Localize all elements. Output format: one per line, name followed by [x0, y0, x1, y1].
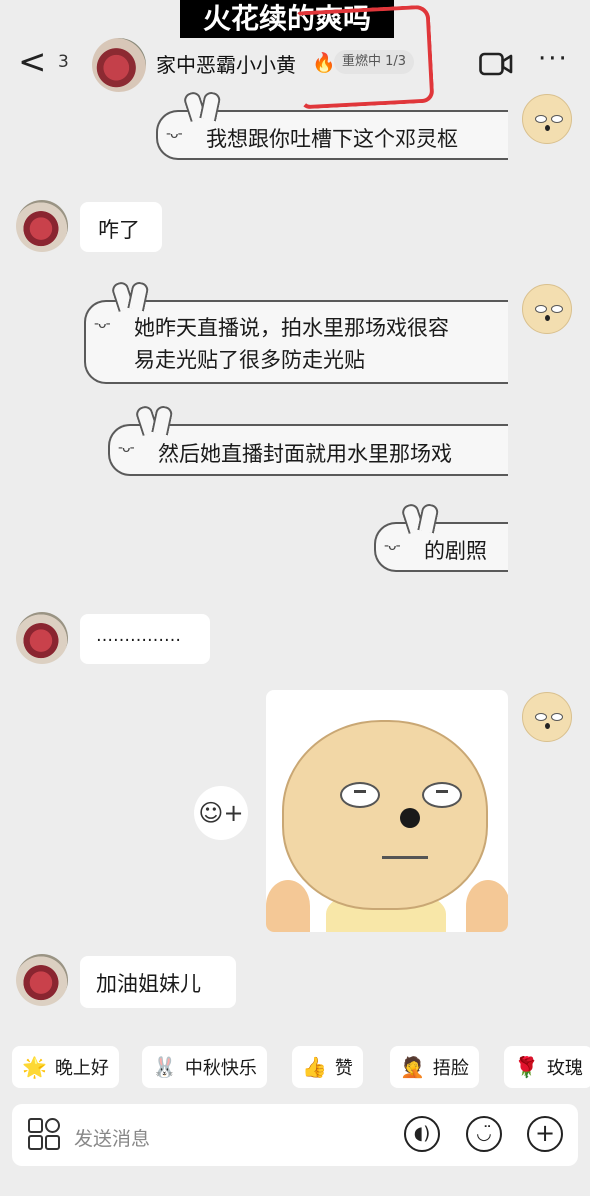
message-text: 的剧照	[424, 539, 487, 563]
streak-badge[interactable]: 重燃中 1/3	[334, 50, 415, 74]
more-menu-button[interactable]: ···	[538, 46, 569, 72]
my-avatar[interactable]	[522, 94, 572, 144]
contact-name[interactable]: 家中恶霸小小黄	[156, 49, 296, 78]
star-face-icon: 🌟	[22, 1055, 47, 1079]
message-text-line2: 易走光贴了很多防走光贴	[134, 348, 365, 372]
message-text: 咋了	[98, 218, 140, 242]
video-call-icon[interactable]	[479, 52, 513, 76]
contact-avatar[interactable]	[92, 38, 146, 92]
message-bubble-me[interactable]: -ᴗ- 然后她直播封面就用水里那场戏	[108, 424, 508, 476]
back-button[interactable]: <	[18, 44, 48, 80]
unread-count: 3	[58, 52, 69, 72]
message-bubble-other[interactable]: ……………	[80, 614, 210, 664]
message-bubble-me[interactable]: -ᴗ- 我想跟你吐槽下这个邓灵枢	[156, 110, 508, 160]
contact-avatar-small[interactable]	[16, 954, 68, 1006]
apps-grid-icon[interactable]	[28, 1118, 60, 1150]
my-avatar[interactable]	[522, 284, 572, 334]
message-bubble-other[interactable]: 咋了	[80, 202, 162, 252]
message-text: 我想跟你吐槽下这个邓灵枢	[206, 127, 458, 151]
message-input[interactable]: 发送消息	[74, 1124, 150, 1151]
facepalm-icon: 🤦	[400, 1055, 425, 1079]
quick-reply-chip[interactable]: 🤦 捂脸	[390, 1046, 479, 1088]
quick-reply-chip[interactable]: 🌹 玫瑰	[504, 1046, 590, 1088]
quick-reply-chip[interactable]: 👍 赞	[292, 1046, 363, 1088]
quick-reply-chip[interactable]: 🌟 晚上好	[12, 1046, 119, 1088]
bubble-face-icon: -ᴗ-	[94, 316, 111, 332]
message-text: ……………	[96, 626, 181, 646]
bubble-face-icon: -ᴗ-	[384, 538, 401, 554]
message-text: 加油姐妹儿	[96, 972, 201, 996]
contact-avatar-small[interactable]	[16, 200, 68, 252]
fire-icon: 🔥	[312, 52, 336, 74]
voice-message-icon[interactable]: ◖)	[404, 1116, 440, 1152]
sticker-image[interactable]	[266, 690, 508, 932]
bubble-face-icon: -ᴗ-	[118, 440, 135, 456]
contact-avatar-small[interactable]	[16, 612, 68, 664]
message-bubble-me[interactable]: -ᴗ- 她昨天直播说，拍水里那场戏很容 易走光贴了很多防走光贴	[84, 300, 508, 384]
message-text-line1: 她昨天直播说，拍水里那场戏很容	[134, 316, 449, 340]
add-sticker-icon[interactable]: ☺+	[194, 786, 248, 840]
rabbit-icon: 🐰	[152, 1055, 177, 1079]
thumbs-up-icon: 👍	[302, 1055, 327, 1079]
message-bubble-other[interactable]: 加油姐妹儿	[80, 956, 236, 1008]
add-more-icon[interactable]: +	[527, 1116, 563, 1152]
rose-icon: 🌹	[514, 1055, 539, 1079]
message-bubble-me[interactable]: -ᴗ- 的剧照	[374, 522, 508, 572]
message-text: 然后她直播封面就用水里那场戏	[158, 442, 452, 466]
my-avatar[interactable]	[522, 692, 572, 742]
quick-reply-chip[interactable]: 🐰 中秋快乐	[142, 1046, 267, 1088]
bubble-face-icon: -ᴗ-	[166, 126, 183, 142]
emoji-icon[interactable]: ◡̈	[466, 1116, 502, 1152]
